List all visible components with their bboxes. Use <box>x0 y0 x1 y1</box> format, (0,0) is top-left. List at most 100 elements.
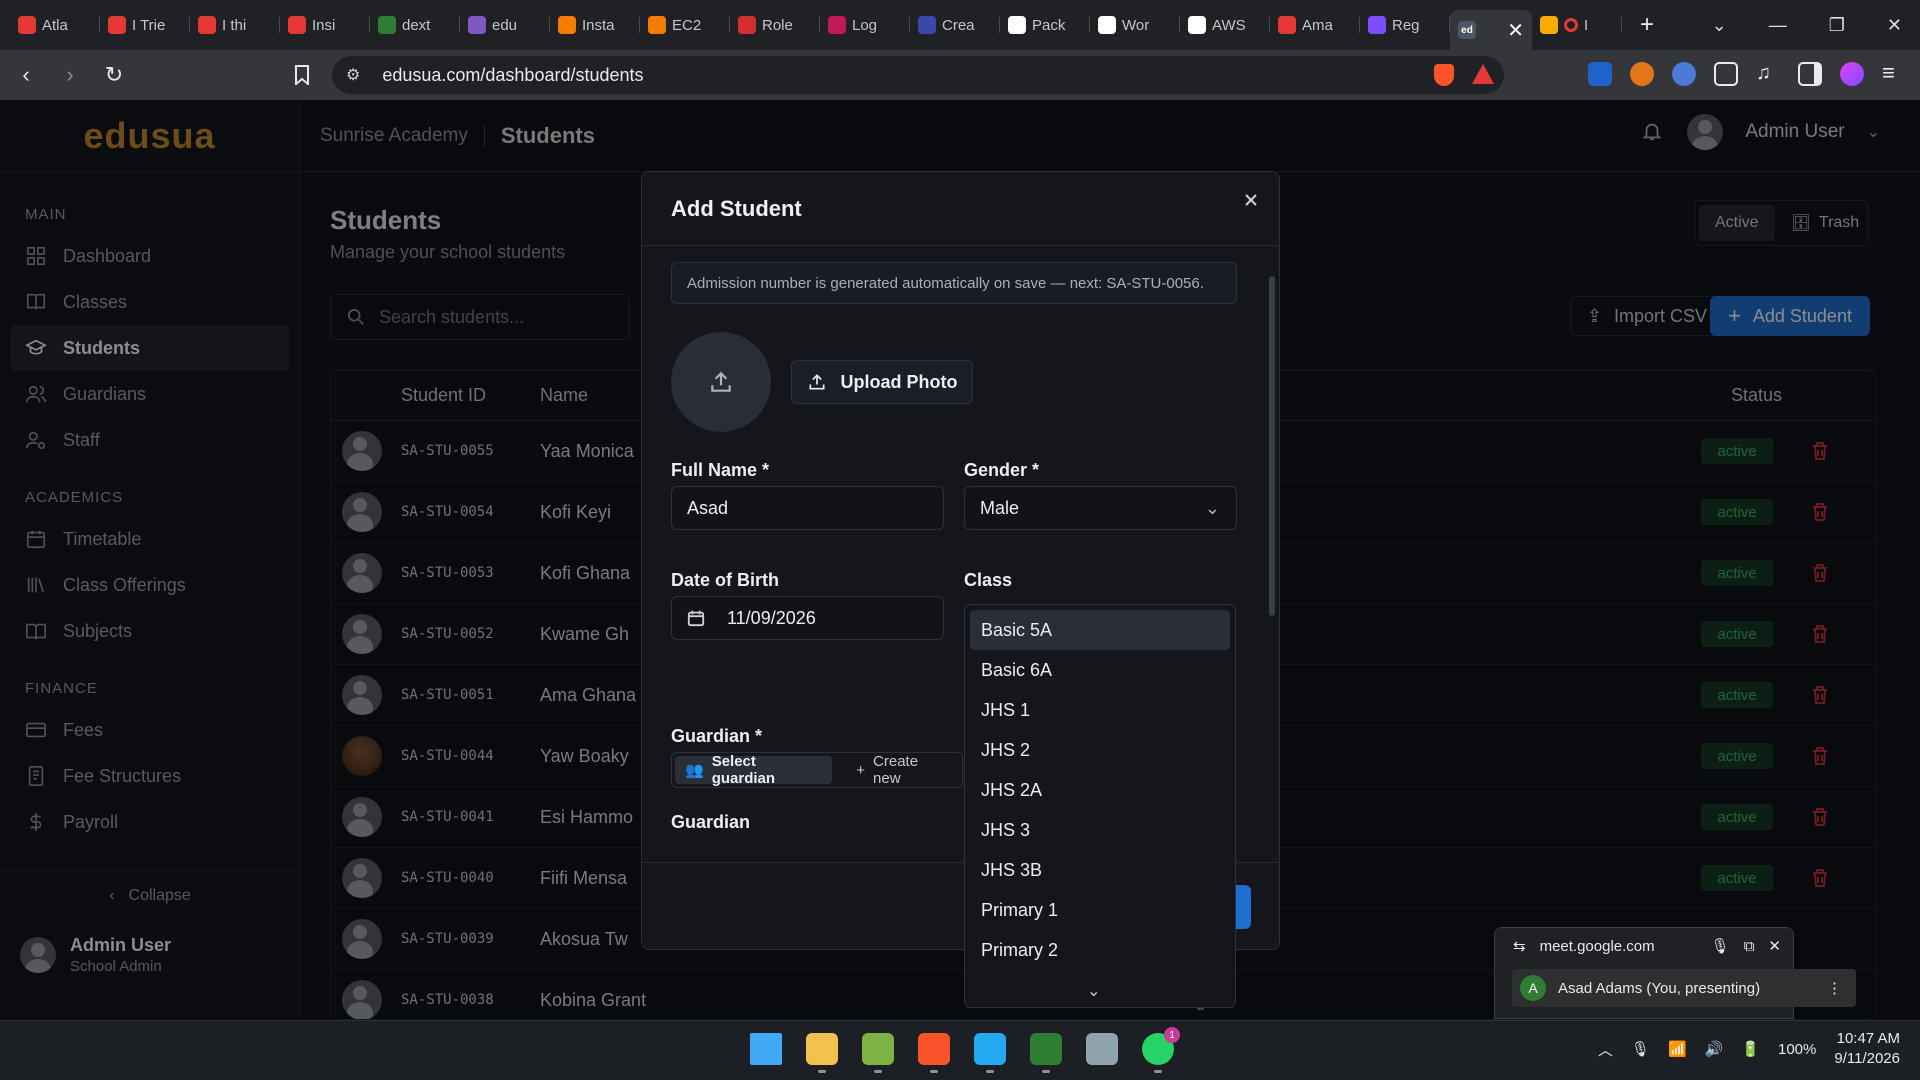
new-tab-icon[interactable]: + <box>1640 11 1654 39</box>
edusua-icon: ed <box>1458 21 1476 39</box>
modal-scrollbar[interactable] <box>1269 262 1275 852</box>
close-tab-icon[interactable]: ✕ <box>1507 18 1524 43</box>
menu-icon[interactable]: ≡ <box>1882 62 1906 86</box>
class-option[interactable]: Basic 6A <box>970 650 1230 690</box>
windows-icon[interactable] <box>750 1033 782 1065</box>
tab-title: Insta <box>582 16 615 34</box>
upload-icon <box>809 374 824 390</box>
wifi-icon[interactable]: 📶 <box>1668 1040 1687 1058</box>
bookmark-icon[interactable] <box>284 57 320 93</box>
forward-icon[interactable]: › <box>52 57 88 93</box>
browser-tab[interactable]: Crea <box>910 7 1000 43</box>
close-window-icon[interactable]: ✕ <box>1887 15 1902 36</box>
youtube-icon <box>1278 16 1296 34</box>
window-controls: ⌄ — ❐ ✕ <box>1712 15 1920 36</box>
sidebar-toggle-icon[interactable] <box>1798 62 1822 86</box>
app-icon <box>558 16 576 34</box>
class-option[interactable]: JHS 1 <box>970 690 1230 730</box>
class-option[interactable]: JHS 3 <box>970 810 1230 850</box>
browser-tab[interactable]: Ama <box>1270 7 1360 43</box>
minimize-icon[interactable]: — <box>1769 15 1787 36</box>
dob-field[interactable]: 11/09/2026 <box>671 596 944 640</box>
upload-photo-button[interactable]: Upload Photo <box>791 360 973 404</box>
class-option[interactable]: Primary 2 <box>970 930 1230 970</box>
volume-icon[interactable]: 🔊 <box>1705 1040 1724 1058</box>
meet-host: meet.google.com <box>1539 937 1655 955</box>
brave-icon[interactable] <box>918 1033 950 1073</box>
notepad-icon[interactable] <box>862 1033 894 1073</box>
chrome-canary-icon[interactable] <box>1030 1033 1062 1073</box>
guardian-label-2: Guardian <box>671 812 751 832</box>
dob-value: 11/09/2026 <box>727 607 816 628</box>
puzzle-extensions-icon[interactable] <box>1714 62 1738 86</box>
gender-label: Gender * <box>964 460 1040 480</box>
vscode-icon[interactable] <box>974 1033 1006 1073</box>
brave-rewards-icon[interactable] <box>1472 64 1494 84</box>
more-options-icon[interactable]: ⋮ <box>1827 979 1842 997</box>
browser-tab[interactable]: Role <box>730 7 820 43</box>
clock[interactable]: 10:47 AM 9/11/2026 <box>1834 1029 1900 1069</box>
browser-tab[interactable]: AWS <box>1180 7 1270 43</box>
browser-tab[interactable]: EC2 <box>640 7 730 43</box>
back-icon[interactable]: ‹ <box>8 57 44 93</box>
media-icon[interactable]: ♫ <box>1756 62 1780 86</box>
gender-value: Male <box>980 497 1020 518</box>
metamask-icon[interactable] <box>1630 62 1654 86</box>
file-explorer-icon[interactable] <box>806 1033 838 1073</box>
mic-icon[interactable]: 🎙 <box>1711 937 1730 955</box>
class-option[interactable]: JHS 2 <box>970 730 1230 770</box>
browser-tab-active[interactable]: ed ✕ <box>1450 10 1532 50</box>
browser-tab[interactable]: Pack <box>1000 7 1090 43</box>
select-guardian-tab[interactable]: 👥 Select guardian <box>675 753 833 787</box>
gender-select[interactable]: Male ⌄ <box>964 486 1237 530</box>
tab-search-chevron-icon[interactable]: ⌄ <box>1712 15 1727 36</box>
app-icon <box>828 16 846 34</box>
microphone-icon[interactable]: 🎙 <box>1631 1040 1650 1058</box>
reload-icon[interactable]: ↻ <box>96 57 132 93</box>
address-bar[interactable]: ⚙ edusua.com/dashboard/students <box>332 56 1504 94</box>
presenter-row: A Asad Adams (You, presenting) ⋮ <box>1512 969 1856 1007</box>
pop-out-icon[interactable]: ⧉ <box>1744 938 1755 955</box>
browser-tab[interactable]: I <box>1532 7 1622 43</box>
photo-placeholder[interactable] <box>671 332 771 432</box>
tab-title: Ama <box>1302 16 1333 34</box>
dob-label: Date of Birth <box>671 570 779 590</box>
modal-title: Add Student <box>642 172 1279 246</box>
full-name-label: Full Name * <box>671 460 770 480</box>
url-text: edusua.com/dashboard/students <box>382 64 644 85</box>
show-hidden-icons-icon[interactable]: ︿ <box>1598 1039 1613 1060</box>
whatsapp-icon[interactable]: 1 <box>1142 1027 1180 1073</box>
battery-icon[interactable]: 🔋 <box>1741 1040 1760 1058</box>
maximize-icon[interactable]: ❐ <box>1829 15 1845 36</box>
browser-tab[interactable]: I thi <box>190 7 280 43</box>
tab-title: Insi <box>312 16 336 34</box>
create-guardian-tab[interactable]: + Create new <box>846 753 959 787</box>
browser-tab[interactable]: Atla <box>10 7 100 43</box>
close-icon[interactable] <box>1243 192 1259 208</box>
extension-1-icon[interactable] <box>1588 62 1612 86</box>
brave-shields-icon[interactable] <box>1434 64 1454 86</box>
profile-icon[interactable] <box>1840 62 1864 86</box>
close-meet-icon[interactable]: ✕ <box>1768 937 1781 955</box>
browser-tab[interactable]: I Trie <box>100 7 190 43</box>
class-option[interactable]: Primary 1 <box>970 890 1230 930</box>
extension-3-icon[interactable] <box>1672 62 1696 86</box>
browser-tab[interactable]: Reg <box>1360 7 1450 43</box>
youtube-icon <box>18 16 36 34</box>
browser-tab[interactable]: edu <box>460 7 550 43</box>
class-option[interactable]: JHS 2A <box>970 770 1230 810</box>
sheet-icon <box>378 16 396 34</box>
guardian-label: Guardian * <box>671 726 763 746</box>
class-option[interactable]: JHS 3B <box>970 850 1230 890</box>
class-option[interactable]: Basic 5A <box>970 610 1230 650</box>
full-name-field[interactable]: Asad <box>671 486 944 530</box>
browser-tab[interactable]: Wor <box>1090 7 1180 43</box>
meet-controls-icon[interactable]: ⇆ <box>1513 937 1526 955</box>
browser-tab[interactable]: Insi <box>280 7 370 43</box>
snipping-tool-icon[interactable] <box>1086 1033 1118 1065</box>
browser-tab[interactable]: Log <box>820 7 910 43</box>
scroll-down-chevron-icon[interactable]: ⌄ <box>1087 981 1100 1001</box>
site-settings-icon[interactable]: ⚙ <box>346 65 360 85</box>
browser-tab[interactable]: Insta <box>550 7 640 43</box>
browser-tab[interactable]: dext <box>370 7 460 43</box>
